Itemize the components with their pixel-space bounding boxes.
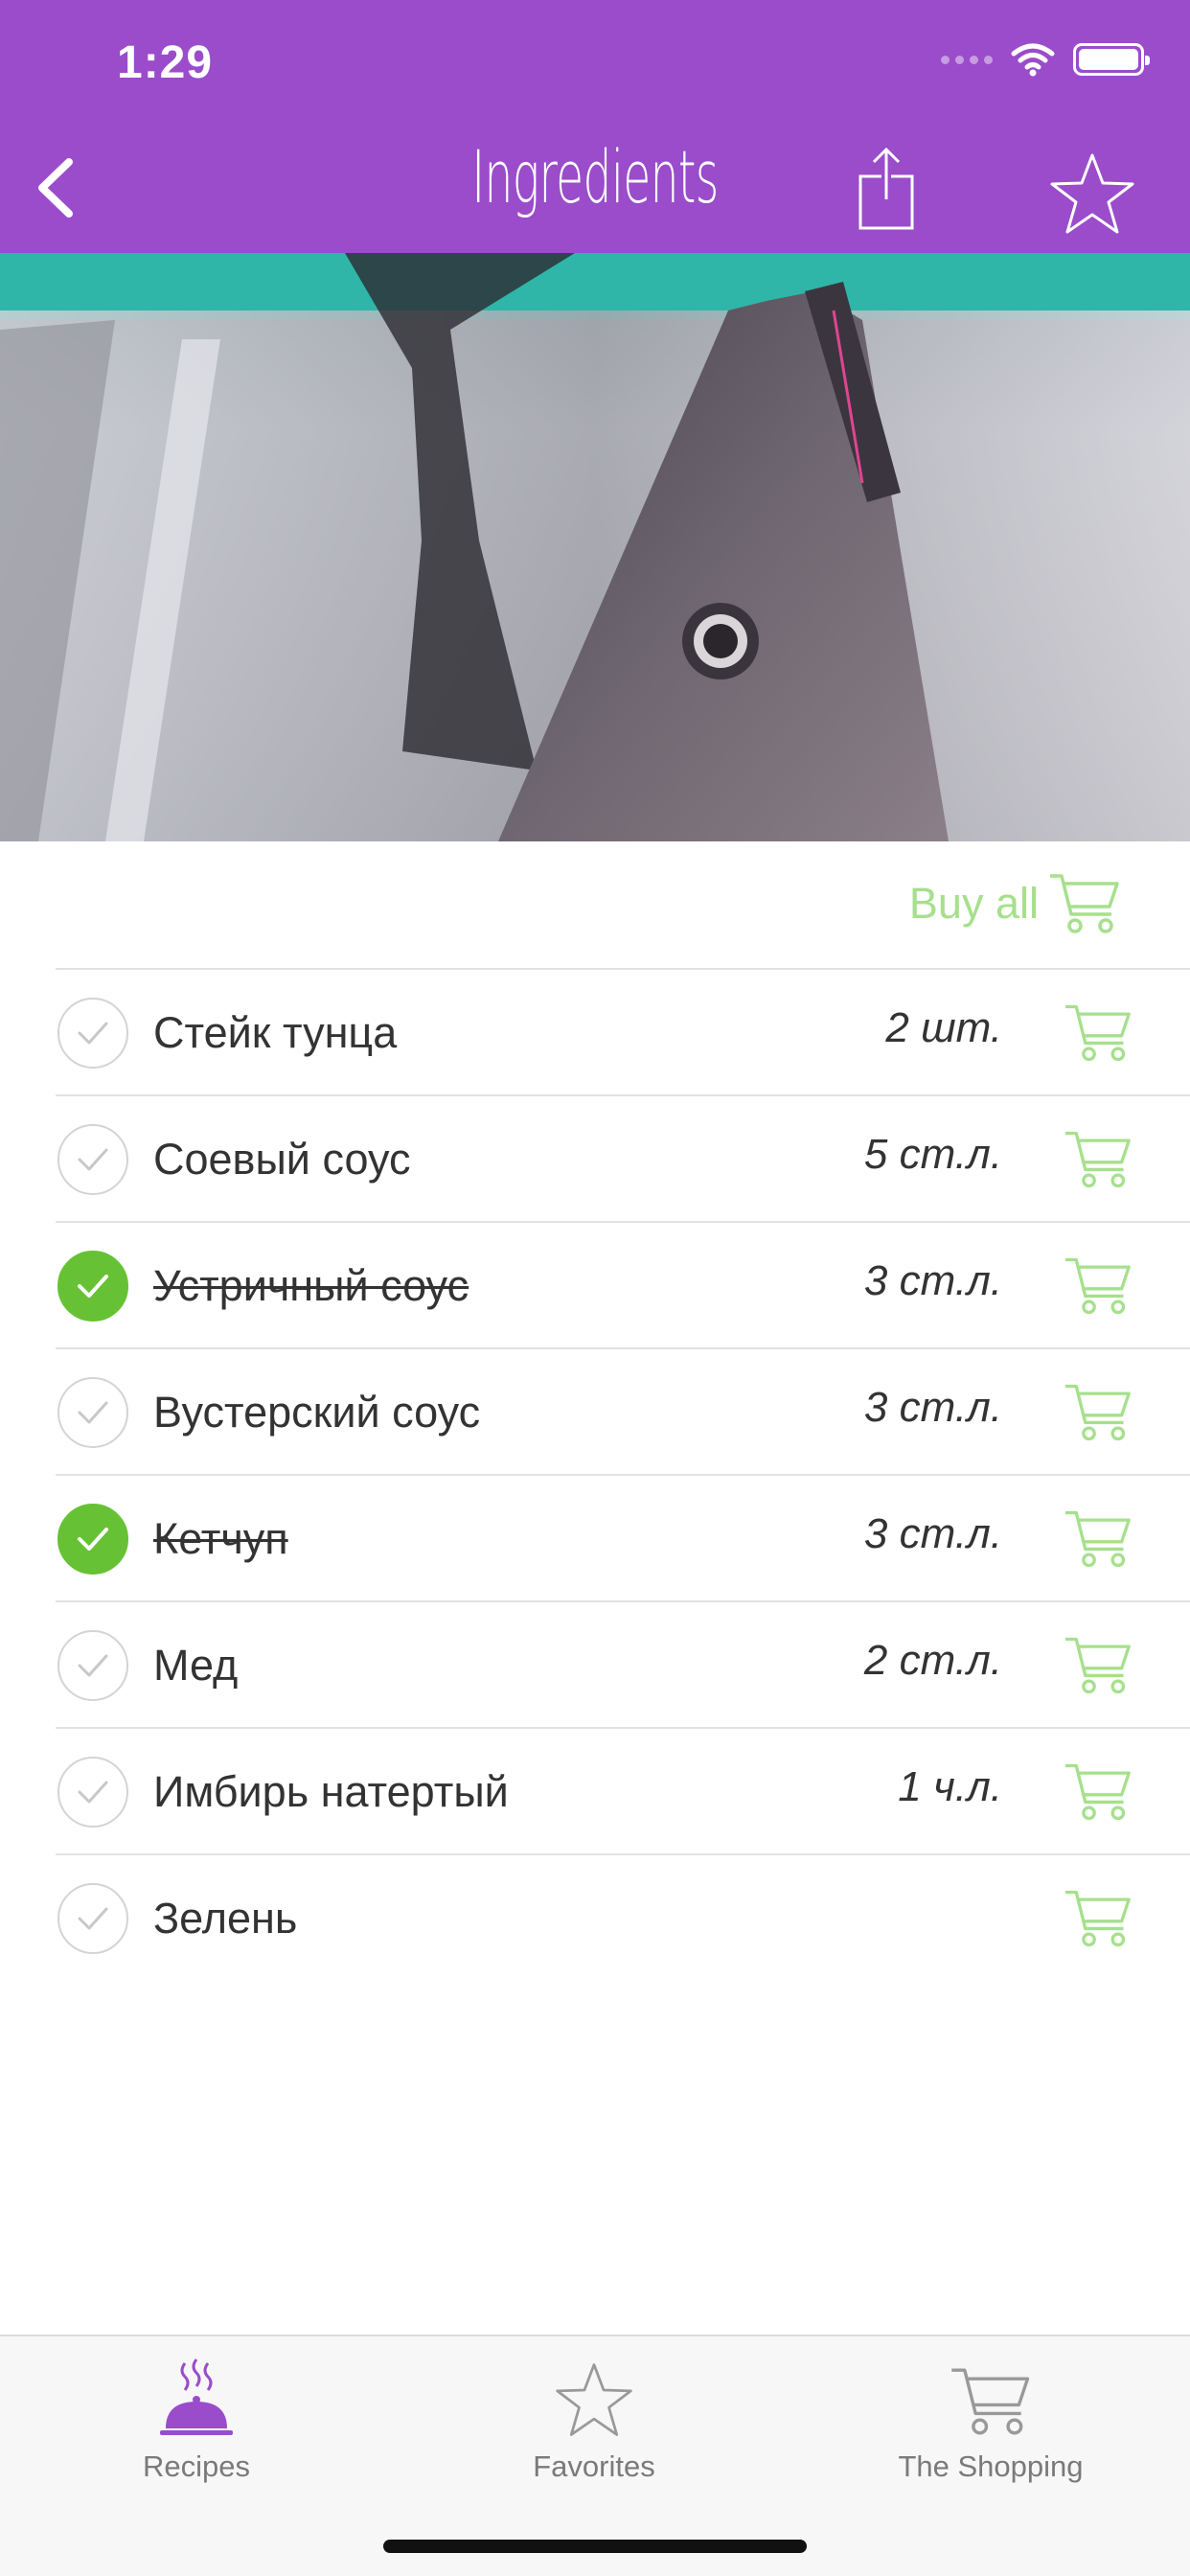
- cart-icon: [1064, 1890, 1131, 1947]
- cloche-icon: [160, 2358, 233, 2435]
- status-indicators: [941, 42, 1150, 77]
- share-button[interactable]: [853, 146, 920, 232]
- ingredient-quantity: 1 ч.л.: [898, 1763, 1002, 1810]
- tab-label: Recipes: [143, 2450, 250, 2483]
- ingredient-name: Устричный соус: [153, 1261, 469, 1310]
- cart-icon: [1064, 1257, 1131, 1315]
- cart-icon: [1050, 874, 1119, 933]
- add-to-cart-button[interactable]: [1064, 1631, 1133, 1700]
- cart-icon: [1064, 1510, 1131, 1568]
- ingredient-checkbox[interactable]: [57, 1883, 128, 1954]
- add-to-cart-button[interactable]: [1064, 1252, 1133, 1321]
- add-to-cart-button[interactable]: [1064, 1378, 1133, 1447]
- ingredient-list: Стейк тунца 2 шт. Соевый соус 5 ст.л. Ус…: [56, 968, 1190, 1980]
- ingredient-row: Мед 2 ст.л.: [56, 1600, 1190, 1727]
- share-icon: [858, 147, 914, 230]
- ingredient-checkbox[interactable]: [57, 1757, 128, 1828]
- checkmark-icon: [78, 1148, 108, 1171]
- cellular-signal-icon: [941, 55, 993, 64]
- ingredient-name: Имбирь натертый: [153, 1767, 509, 1816]
- star-icon: [556, 2363, 632, 2436]
- checkmark-icon: [78, 1401, 108, 1424]
- star-outline-icon: [1050, 153, 1134, 234]
- tab-favorites[interactable]: Favorites: [450, 2354, 738, 2484]
- checkmark-icon: [78, 1781, 108, 1804]
- add-to-cart-button[interactable]: [1064, 1884, 1133, 1953]
- ingredient-name: Стейк тунца: [153, 1008, 398, 1057]
- home-indicator: [383, 2540, 807, 2553]
- ingredient-quantity: 2 шт.: [885, 1004, 1002, 1051]
- cart-icon: [951, 2368, 1030, 2435]
- buy-all-button[interactable]: Buy all: [909, 870, 1121, 937]
- add-to-cart-button[interactable]: [1064, 999, 1133, 1068]
- ingredient-name: Зелень: [153, 1894, 298, 1943]
- ingredient-quantity: 2 ст.л.: [863, 1637, 1002, 1684]
- favorite-button[interactable]: [1048, 150, 1136, 238]
- ingredient-checkbox[interactable]: [57, 1251, 128, 1322]
- cart-icon: [1064, 1131, 1131, 1188]
- status-time: 1:29: [117, 37, 214, 88]
- ingredient-row: Вустерский соус 3 ст.л.: [56, 1347, 1190, 1474]
- ingredient-quantity: 3 ст.л.: [863, 1257, 1002, 1304]
- ingredient-row: Устричный соус 3 ст.л.: [56, 1221, 1190, 1347]
- checkmark-icon: [78, 1022, 108, 1045]
- checkmark-icon: [78, 1528, 108, 1551]
- chevron-left-icon: [38, 158, 73, 218]
- ingredient-row: Кетчуп 3 ст.л.: [56, 1474, 1190, 1600]
- ingredient-name: Вустерский соус: [153, 1388, 481, 1437]
- ingredient-row: Имбирь натертый 1 ч.л.: [56, 1727, 1190, 1853]
- ingredient-checkbox[interactable]: [57, 1377, 128, 1448]
- ingredient-checkbox[interactable]: [57, 1504, 128, 1575]
- checkmark-icon: [78, 1654, 108, 1677]
- ingredient-name: Мед: [153, 1641, 239, 1690]
- ingredient-row: Стейк тунца 2 шт.: [56, 968, 1190, 1094]
- add-to-cart-button[interactable]: [1064, 1505, 1133, 1574]
- ingredient-name: Соевый соус: [153, 1135, 411, 1184]
- checkmark-icon: [78, 1907, 108, 1930]
- buy-all-label: Buy all: [908, 879, 1039, 928]
- tab-recipes[interactable]: Recipes: [53, 2354, 340, 2484]
- cart-icon: [1064, 1004, 1131, 1062]
- ingredient-name: Кетчуп: [153, 1514, 288, 1563]
- cart-icon: [1064, 1384, 1131, 1441]
- app-header: 1:29 Ingredients: [0, 0, 1190, 253]
- tab-bar: Recipes Favorites The Shopping: [0, 2334, 1190, 2576]
- tab-label: The Shopping: [898, 2450, 1084, 2483]
- wifi-icon: [1011, 43, 1055, 77]
- ingredient-quantity: 3 ст.л.: [863, 1384, 1002, 1431]
- tab-label: Favorites: [533, 2450, 655, 2483]
- ingredient-checkbox[interactable]: [57, 1124, 128, 1195]
- battery-icon: [1073, 43, 1150, 76]
- checkmark-icon: [78, 1275, 108, 1298]
- cart-icon: [1064, 1763, 1131, 1821]
- cart-icon: [1064, 1637, 1131, 1694]
- add-to-cart-button[interactable]: [1064, 1125, 1133, 1194]
- add-to-cart-button[interactable]: [1064, 1758, 1133, 1827]
- tuna-fish-image: [0, 253, 1190, 841]
- back-button[interactable]: [27, 153, 84, 222]
- ingredient-quantity: 5 ст.л.: [863, 1131, 1002, 1178]
- ingredient-row: Соевый соус 5 ст.л.: [56, 1094, 1190, 1221]
- ingredient-quantity: 3 ст.л.: [863, 1510, 1002, 1557]
- recipe-hero-image: [0, 253, 1190, 841]
- ingredient-checkbox[interactable]: [57, 1630, 128, 1701]
- tab-shopping[interactable]: The Shopping: [847, 2354, 1134, 2484]
- ingredient-checkbox[interactable]: [57, 998, 128, 1069]
- ingredient-row: Зелень: [56, 1853, 1190, 1980]
